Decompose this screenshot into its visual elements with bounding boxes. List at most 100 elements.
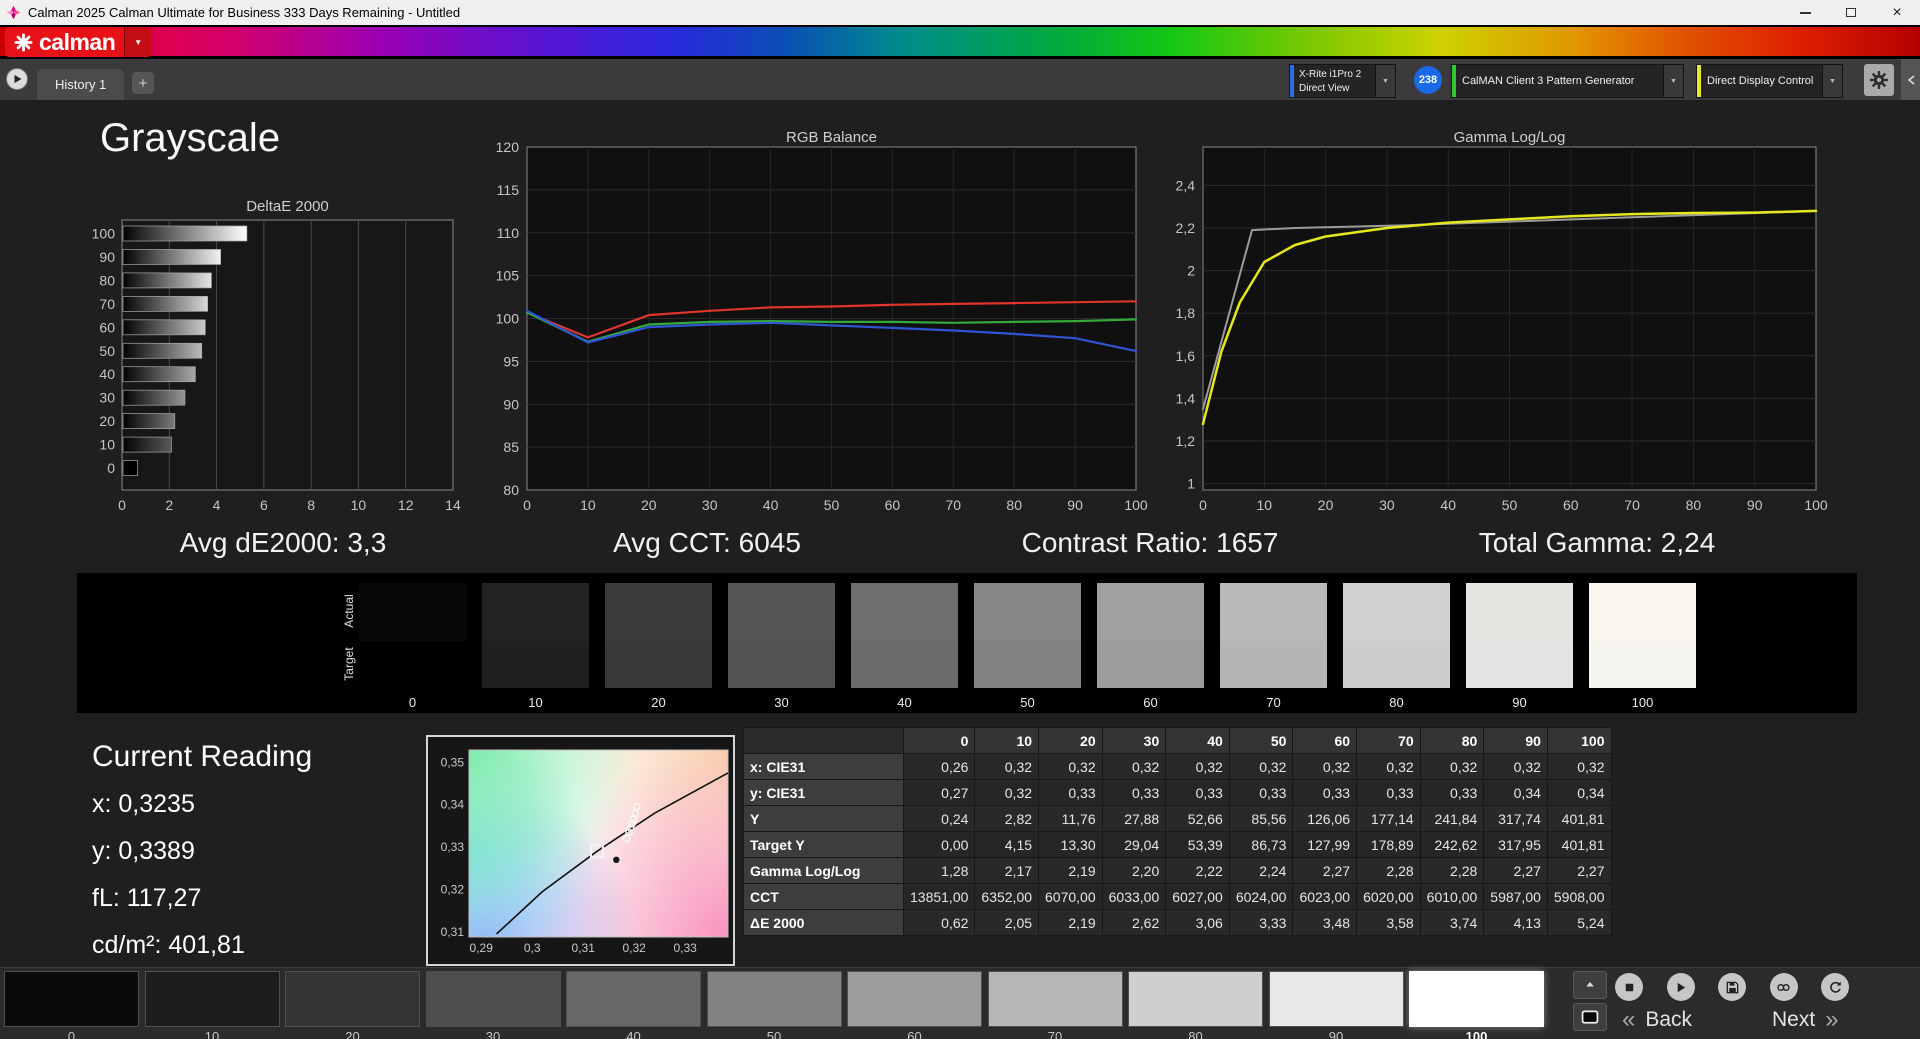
- target-label: Target: [342, 647, 356, 681]
- save-button[interactable]: [1718, 973, 1746, 1001]
- back-button[interactable]: « Back: [1622, 1006, 1692, 1034]
- pattern-patch-0[interactable]: [4, 971, 139, 1027]
- pattern-patch-70[interactable]: [987, 971, 1123, 1027]
- svg-text:20: 20: [641, 497, 657, 513]
- swatch-actual: [1343, 583, 1450, 641]
- table-cell: 3,58: [1356, 909, 1421, 936]
- svg-text:0,32: 0,32: [441, 883, 465, 897]
- svg-text:0,35: 0,35: [441, 755, 465, 769]
- svg-text:20: 20: [99, 413, 115, 429]
- svg-text:12: 12: [398, 497, 414, 513]
- swatch-label: 30: [774, 695, 789, 710]
- next-button[interactable]: Next »: [1772, 1006, 1839, 1034]
- pattern-generator-dropdown[interactable]: CalMAN Client 3 Pattern Generator ▼: [1451, 64, 1684, 98]
- svg-text:100: 100: [1124, 497, 1148, 513]
- chevron-down-icon: ▼: [1822, 65, 1842, 97]
- pattern-patch-60[interactable]: [847, 971, 982, 1027]
- table-row: Y 0,24 2,82 11,76 27,88 52,66 85,56 126,06 177,1…: [743, 805, 1612, 832]
- pattern-window-button[interactable]: [1573, 1003, 1607, 1031]
- svg-text:40: 40: [1440, 497, 1456, 513]
- grayscale-swatch-60: 60: [1097, 583, 1204, 711]
- svg-text:0: 0: [118, 497, 126, 513]
- swatch-label: 80: [1389, 695, 1404, 710]
- svg-text:10: 10: [1257, 497, 1273, 513]
- table-cell: 177,14: [1356, 805, 1421, 832]
- svg-text:100: 100: [1804, 497, 1828, 513]
- restore-button[interactable]: [1828, 0, 1874, 25]
- pattern-patch-20[interactable]: [285, 971, 420, 1027]
- meter-count-badge: 238: [1414, 66, 1442, 94]
- pattern-patch-label: 40: [626, 1029, 641, 1039]
- swatch-target: [482, 641, 589, 688]
- svg-text:105: 105: [496, 268, 520, 284]
- pattern-patch-90[interactable]: [1268, 971, 1404, 1027]
- svg-text:120: 120: [496, 139, 520, 155]
- title-bar: Calman 2025 Calman Ultimate for Business…: [0, 0, 1920, 25]
- refresh-button[interactable]: [1821, 973, 1849, 1001]
- reading-cdm2: cd/m²: 401,81: [92, 931, 245, 959]
- pattern-patch-50[interactable]: [706, 971, 842, 1027]
- pattern-patch-10[interactable]: [144, 971, 280, 1027]
- current-reading-panel: Current Reading x: 0,3235 y: 0,3389 fL: …: [92, 740, 312, 978]
- loop-button[interactable]: [1769, 973, 1798, 1001]
- table-cell: 401,81: [1546, 831, 1612, 858]
- table-cell: 13851,00: [902, 883, 976, 910]
- table-column-header: 50: [1228, 727, 1294, 754]
- table-cell: 0,32: [974, 753, 1040, 780]
- svg-text:70: 70: [99, 296, 115, 312]
- svg-text:0,33: 0,33: [441, 840, 465, 854]
- tab-history-1[interactable]: History 1: [37, 69, 125, 100]
- svg-text:10: 10: [351, 497, 367, 513]
- table-cell: 0,32: [974, 779, 1040, 806]
- collapse-up-button[interactable]: [1573, 971, 1607, 999]
- pattern-patch-80[interactable]: [1128, 971, 1263, 1027]
- svg-text:10: 10: [99, 437, 115, 453]
- meter-label: X-Rite i1Pro 2 Direct View: [1299, 69, 1362, 94]
- table-cell: 0,33: [1101, 779, 1167, 806]
- svg-text:90: 90: [1067, 497, 1083, 513]
- table-cell: 0,34: [1483, 779, 1548, 806]
- table-cell: 0,33: [1419, 779, 1485, 806]
- table-column-header: 70: [1356, 727, 1421, 754]
- loop-icon: [1776, 980, 1791, 995]
- add-tab-button[interactable]: +: [132, 72, 154, 94]
- stop-button[interactable]: [1615, 973, 1643, 1001]
- pattern-patch-100[interactable]: [1409, 971, 1544, 1027]
- collapse-arrow[interactable]: [1901, 59, 1920, 100]
- svg-text:0,3: 0,3: [524, 941, 541, 955]
- display-control-dropdown[interactable]: Direct Display Control ▼: [1696, 64, 1843, 98]
- swatch-label: 100: [1631, 695, 1654, 710]
- cie-chart: 0,35 0,34 0,33 0,32 0,31 0,29 0,3 0,31 0,32 0,33: [426, 735, 735, 966]
- pattern-window-icon: [1581, 1010, 1599, 1024]
- close-button[interactable]: ×: [1874, 0, 1920, 25]
- table-cell: 29,04: [1101, 831, 1167, 858]
- stat-contrast-ratio: Contrast Ratio: 1657: [1021, 527, 1279, 558]
- pattern-patch-30[interactable]: [425, 971, 561, 1027]
- meter-dropdown[interactable]: X-Rite i1Pro 2 Direct View ▼: [1289, 64, 1396, 98]
- current-reading-title: Current Reading: [92, 740, 313, 773]
- pattern-patch-40[interactable]: [566, 971, 701, 1027]
- table-column-header: 100: [1546, 727, 1612, 754]
- play-button[interactable]: [6, 68, 28, 90]
- next-label: Next: [1772, 1008, 1816, 1031]
- swatch-target: [605, 641, 712, 688]
- swatch-actual: [1220, 583, 1327, 641]
- tab-bar: History 1 + X-Rite i1Pro 2 Direct View ▼…: [0, 59, 1920, 100]
- gear-icon[interactable]: [1864, 64, 1894, 96]
- save-icon: [1725, 980, 1740, 995]
- table-cell: 2,27: [1483, 857, 1548, 884]
- table-cell: 317,95: [1483, 831, 1548, 858]
- table-cell: 6027,00: [1165, 883, 1230, 910]
- app-icon: [6, 5, 21, 20]
- table-column-header: 10: [974, 727, 1040, 754]
- svg-text:70: 70: [946, 497, 962, 513]
- play-button[interactable]: [1666, 973, 1695, 1001]
- table-cell: 126,06: [1292, 805, 1358, 832]
- table-cell: 241,84: [1419, 805, 1485, 832]
- table-cell: 2,27: [1546, 857, 1612, 884]
- calman-logo-button[interactable]: calman ▼: [5, 27, 152, 57]
- table-corner-cell: [743, 727, 904, 754]
- minimize-button[interactable]: [1782, 0, 1828, 25]
- swatch-target: [1343, 641, 1450, 688]
- table-column-header: 80: [1419, 727, 1485, 754]
